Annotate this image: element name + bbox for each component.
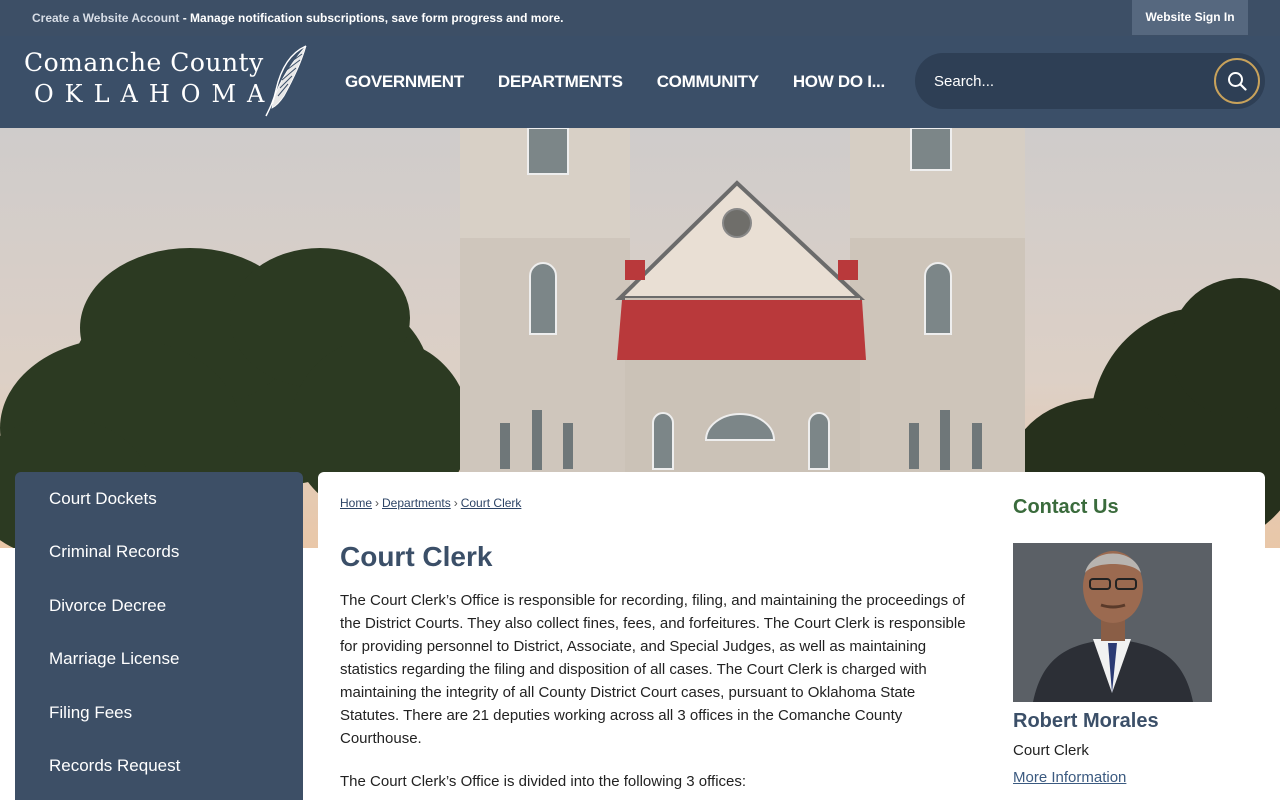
breadcrumb-departments[interactable]: Departments <box>382 496 451 510</box>
nav-community[interactable]: COMMUNITY <box>657 72 759 92</box>
contact-name: Robert Morales <box>1013 710 1159 732</box>
search-box <box>915 53 1265 109</box>
account-message-text: - Manage notification subscriptions, sav… <box>179 11 564 25</box>
breadcrumb-court-clerk[interactable]: Court Clerk <box>461 496 522 510</box>
sidebar-item-records-request[interactable]: Records Request <box>49 756 180 776</box>
nav-how-do-i[interactable]: HOW DO I... <box>793 72 885 92</box>
site-header: Comanche County OKLAHOMA GOVERNMENT DEPA… <box>0 36 1280 128</box>
contact-heading: Contact Us <box>1013 496 1119 518</box>
county-logo[interactable]: Comanche County OKLAHOMA <box>24 45 314 118</box>
sidebar-item-filing-fees[interactable]: Filing Fees <box>49 703 132 723</box>
sidebar-item-criminal-records[interactable]: Criminal Records <box>49 542 179 562</box>
more-information-link[interactable]: More Information <box>1013 769 1126 786</box>
nav-departments[interactable]: DEPARTMENTS <box>498 72 623 92</box>
top-utility-bar: Create a Website Account - Manage notifi… <box>0 0 1280 36</box>
search-icon <box>1228 72 1247 91</box>
person-portrait <box>1013 543 1212 702</box>
contact-photo <box>1013 543 1212 702</box>
create-account-link[interactable]: Create a Website Account <box>32 11 179 25</box>
sidebar-item-court-dockets[interactable]: Court Dockets <box>49 489 157 509</box>
logo-line-county: Comanche County <box>24 48 264 77</box>
main-navigation: GOVERNMENT DEPARTMENTS COMMUNITY HOW DO … <box>345 36 919 128</box>
account-message: Create a Website Account - Manage notifi… <box>32 11 563 25</box>
breadcrumb-separator: › <box>453 496 458 510</box>
breadcrumb-home[interactable]: Home <box>340 496 372 510</box>
logo-line-state: OKLAHOMA <box>34 80 276 108</box>
offices-paragraph: The Court Clerk’s Office is divided into… <box>340 773 747 790</box>
intro-paragraph: The Court Clerk’s Office is responsible … <box>340 592 966 747</box>
breadcrumb-separator: › <box>375 496 380 510</box>
page-title: Court Clerk <box>340 541 493 572</box>
feather-icon <box>265 45 307 117</box>
website-sign-in-button[interactable]: Website Sign In <box>1132 0 1248 35</box>
search-input[interactable] <box>934 68 1204 94</box>
nav-government[interactable]: GOVERNMENT <box>345 72 464 92</box>
sidebar-item-divorce-decree[interactable]: Divorce Decree <box>49 596 166 616</box>
breadcrumb: Home › Departments › Court Clerk <box>340 496 521 510</box>
search-button[interactable] <box>1214 58 1260 104</box>
contact-role: Court Clerk <box>1013 742 1089 759</box>
sidebar-navigation: Court Dockets Criminal Records Divorce D… <box>15 472 303 800</box>
main-content: Home › Departments › Court Clerk Court Clerk… <box>318 472 1265 800</box>
sidebar-item-marriage-license[interactable]: Marriage License <box>49 649 179 669</box>
